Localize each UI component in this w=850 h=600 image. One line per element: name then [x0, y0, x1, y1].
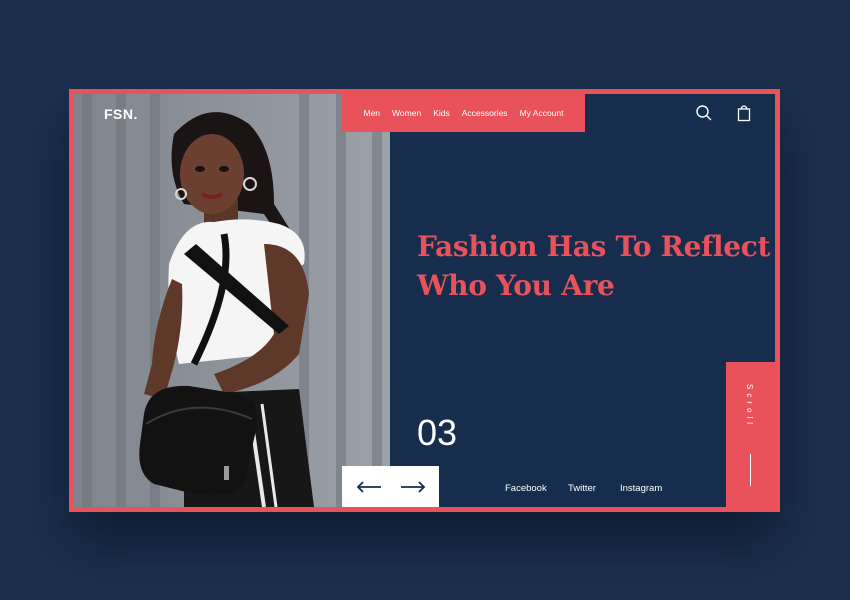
headline-line-1: Fashion Has To Reflect — [417, 230, 771, 263]
headline-line-2: Who You Are — [417, 269, 615, 302]
hero-inner: FSN. Men Women Kids Accessories My Accou… — [74, 94, 775, 507]
nav-item-women[interactable]: Women — [392, 108, 421, 118]
scroll-label: Scroll — [745, 384, 754, 429]
brand-logo[interactable]: FSN. — [104, 106, 138, 122]
nav-item-my-account[interactable]: My Account — [520, 108, 564, 118]
arrow-right-icon[interactable] — [400, 480, 426, 493]
shopping-bag-icon[interactable] — [735, 104, 753, 122]
social-link-twitter[interactable]: Twitter — [568, 483, 596, 494]
nav-item-accessories[interactable]: Accessories — [462, 108, 508, 118]
arrow-left-icon[interactable] — [356, 480, 382, 493]
hero-photo — [74, 94, 390, 507]
nav-item-men[interactable]: Men — [364, 108, 381, 118]
social-link-instagram[interactable]: Instagram — [620, 483, 662, 494]
nav-item-kids[interactable]: Kids — [433, 108, 450, 118]
hero-headline: Fashion Has To Reflect Who You Are — [417, 227, 775, 305]
search-icon[interactable] — [695, 104, 713, 122]
social-link-facebook[interactable]: Facebook — [505, 483, 547, 494]
main-nav: Men Women Kids Accessories My Account — [342, 94, 585, 132]
slide-counter: 03 — [417, 412, 458, 453]
scroll-line — [750, 454, 751, 486]
slider-controls — [342, 466, 439, 507]
model-photo-image — [74, 94, 390, 507]
scroll-indicator[interactable]: Scroll — [726, 362, 775, 507]
hero-card: FSN. Men Women Kids Accessories My Accou… — [69, 89, 780, 512]
